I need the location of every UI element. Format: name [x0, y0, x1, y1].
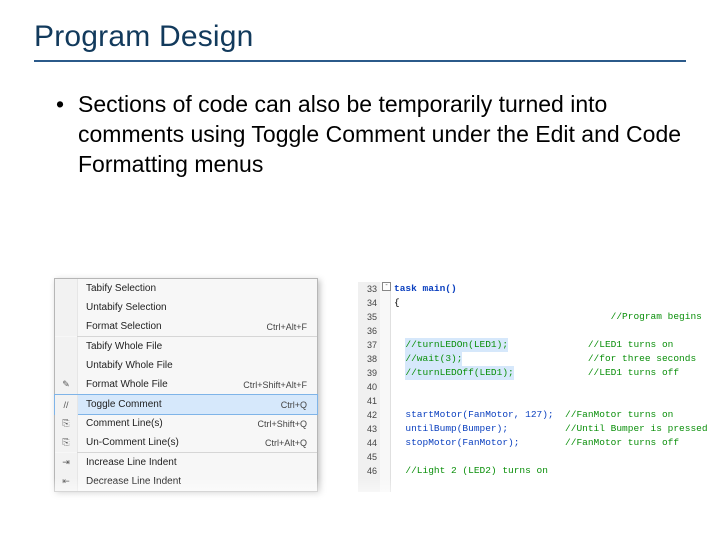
menu-item-untabify-whole-file[interactable]: Untabify Whole File [55, 356, 317, 375]
line-number: 39 [358, 366, 380, 380]
code-area: task main(){ //Program begins //turnLEDO… [394, 282, 708, 478]
menu-item-shortcut: Ctrl+Alt+Q [265, 438, 311, 448]
code-line [394, 394, 708, 408]
menu-item-icon [55, 356, 78, 375]
context-menu: Tabify Selection Untabify Selection Format… [54, 278, 318, 492]
menu-item-shortcut: Ctrl+Alt+F [266, 322, 311, 332]
menu-item-icon [55, 337, 78, 356]
fold-box-icon: - [382, 282, 391, 291]
menu-item-format-selection[interactable]: Format SelectionCtrl+Alt+F [55, 317, 317, 336]
menu-item-label: Comment Line(s) [78, 418, 257, 429]
menu-item-icon: ⇥ [55, 453, 78, 472]
fade-overlay [34, 478, 686, 508]
code-line: //turnLEDOn(LED1); //LED1 turns on [394, 338, 708, 352]
menu-item-toggle-comment[interactable]: //Toggle CommentCtrl+Q [54, 394, 318, 415]
menu-item-icon: ⎘ [55, 414, 78, 433]
menu-item-un-comment-line-s-[interactable]: ⎘Un-Comment Line(s)Ctrl+Alt+Q [55, 433, 317, 452]
line-number: 41 [358, 394, 380, 408]
line-number: 37 [358, 338, 380, 352]
menu-item-tabify-whole-file[interactable]: Tabify Whole File [55, 337, 317, 356]
menu-item-icon: ✎ [55, 375, 78, 394]
code-line: startMotor(FanMotor, 127); //FanMotor tu… [394, 408, 708, 422]
line-number: 38 [358, 352, 380, 366]
line-number: 44 [358, 436, 380, 450]
code-line: //Program begins [394, 310, 708, 324]
menu-item-label: Format Whole File [78, 379, 243, 390]
menu-item-label: Format Selection [78, 321, 266, 332]
menu-item-label: Toggle Comment [78, 399, 281, 410]
menu-item-icon: ⎘ [55, 433, 78, 452]
line-gutter: 3334353637383940414243444546 [358, 282, 381, 492]
code-line: untilBump(Bumper); //Until Bumper is pre… [394, 422, 708, 436]
line-number: 40 [358, 380, 380, 394]
menu-item-comment-line-s-[interactable]: ⎘Comment Line(s)Ctrl+Shift+Q [55, 414, 317, 433]
code-line: //wait(3); //for three seconds [394, 352, 708, 366]
fold-margin [380, 282, 391, 492]
line-number: 45 [358, 450, 380, 464]
screenshot-area: Tabify Selection Untabify Selection Format… [34, 278, 686, 508]
code-line [394, 380, 708, 394]
line-number: 35 [358, 310, 380, 324]
code-line: task main() [394, 282, 708, 296]
code-line: stopMotor(FanMotor); //FanMotor turns of… [394, 436, 708, 450]
line-number: 43 [358, 422, 380, 436]
menu-item-shortcut: Ctrl+Q [281, 400, 311, 410]
line-number: 36 [358, 324, 380, 338]
code-line: //Light 2 (LED2) turns on [394, 464, 708, 478]
line-number: 42 [358, 408, 380, 422]
menu-item-tabify-selection[interactable]: Tabify Selection [55, 279, 317, 298]
title-rule [34, 60, 686, 62]
menu-item-shortcut: Ctrl+Shift+Q [257, 419, 311, 429]
code-line [394, 324, 708, 338]
menu-item-label: Tabify Whole File [78, 341, 307, 352]
menu-item-label: Untabify Whole File [78, 360, 307, 371]
menu-item-format-whole-file[interactable]: ✎Format Whole FileCtrl+Shift+Alt+F [55, 375, 317, 394]
bullet-1: Sections of code can also be temporarily… [56, 90, 686, 180]
slide-title: Program Design [34, 20, 686, 54]
menu-item-icon [55, 317, 78, 336]
menu-item-increase-line-indent[interactable]: ⇥Increase Line Indent [55, 453, 317, 472]
menu-item-label: Untabify Selection [78, 302, 307, 313]
menu-item-label: Tabify Selection [78, 283, 307, 294]
menu-item-untabify-selection[interactable]: Untabify Selection [55, 298, 317, 317]
code-line: //turnLEDOff(LED1); //LED1 turns off [394, 366, 708, 380]
code-line [394, 450, 708, 464]
line-number: 34 [358, 296, 380, 310]
line-number: 33 [358, 282, 380, 296]
menu-item-icon: // [55, 395, 78, 414]
code-line: { [394, 296, 708, 310]
menu-item-icon [55, 298, 78, 317]
menu-item-label: Increase Line Indent [78, 457, 307, 468]
menu-item-label: Un-Comment Line(s) [78, 437, 265, 448]
line-number: 46 [358, 464, 380, 478]
menu-item-shortcut: Ctrl+Shift+Alt+F [243, 380, 311, 390]
menu-item-icon [55, 279, 78, 298]
